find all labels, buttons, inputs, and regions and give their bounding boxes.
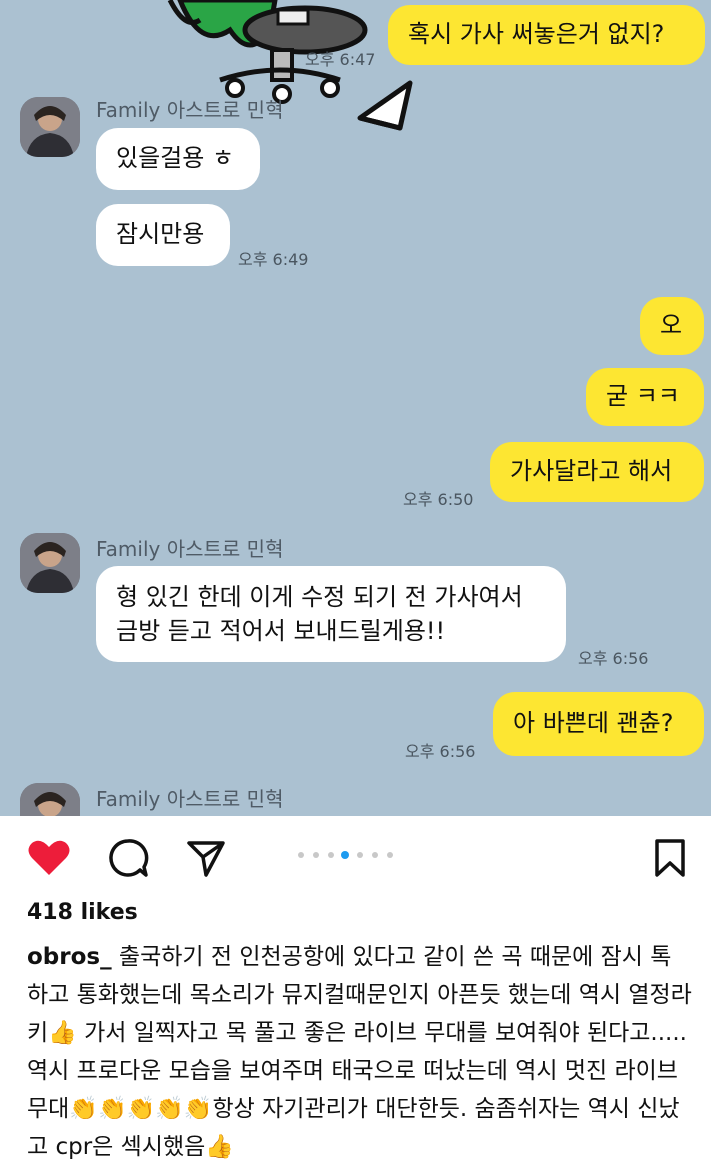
message-time: 오후 6:49: [238, 250, 309, 269]
carousel-dot: [372, 852, 378, 858]
message-time: 오후 6:56: [405, 742, 476, 761]
avatar: [20, 97, 80, 157]
message-text: 잠시만용: [116, 220, 205, 248]
message-text: 오: [660, 311, 683, 339]
carousel-dot: [387, 852, 393, 858]
carousel-dot: [328, 852, 334, 858]
like-button[interactable]: [26, 838, 72, 878]
message-text: 있을걸용 ㅎ: [116, 144, 235, 172]
caption-text: 출국하기 전 인천공항에 있다고 같이 쓴 곡 때문에 잠시 톡하고 통화했는데…: [27, 944, 692, 1160]
paper-plane-doodle-icon: [357, 80, 413, 131]
message-bubble-mine: 오: [640, 297, 704, 355]
message-time: 오후 6:56: [578, 649, 649, 668]
message-bubble-mine: 가사달라고 해서: [490, 442, 704, 502]
carousel-dot: [357, 852, 363, 858]
message-time: 오후 6:47: [305, 50, 376, 69]
comment-button[interactable]: [105, 837, 151, 879]
sender-name: Family 아스트로 민혁: [96, 537, 284, 561]
message-text: 혹시 가사 써놓은거 없지?: [408, 20, 665, 48]
bookmark-icon: [655, 839, 685, 877]
save-button[interactable]: [650, 837, 690, 879]
message-bubble-mine: 혹시 가사 써놓은거 없지?: [388, 5, 705, 65]
message-text-line: 금방 듣고 적어서 보내드릴게용!!: [116, 617, 446, 645]
message-text: 굳 ㅋㅋ: [606, 382, 680, 410]
carousel-dot-active: [341, 851, 349, 859]
avatar: [20, 533, 80, 593]
caption-username[interactable]: obros_: [27, 944, 112, 970]
message-bubble-theirs: 있을걸용 ㅎ: [96, 128, 260, 190]
message-text-line: 형 있긴 한데 이게 수정 되기 전 가사여서: [116, 583, 523, 611]
comment-icon: [109, 839, 149, 877]
share-button[interactable]: [183, 837, 229, 879]
carousel-dot: [313, 852, 319, 858]
message-bubble-mine: 아 바쁜데 괜츈?: [493, 692, 704, 756]
message-bubble-theirs: 잠시만용: [96, 204, 230, 266]
message-text: 아 바쁜데 괜츈?: [513, 709, 674, 737]
likes-count[interactable]: 418 likes: [27, 900, 138, 925]
post-caption: obros_ 출국하기 전 인천공항에 있다고 같이 쓴 곡 때문에 잠시 톡하…: [27, 938, 692, 1166]
carousel-dot: [298, 852, 304, 858]
heart-icon: [28, 840, 70, 875]
chat-screenshot: 혹시 가사 써놓은거 없지? 오후 6:47 Family 아스트로 민혁 있을…: [0, 0, 711, 816]
sender-name: Family 아스트로 민혁: [96, 98, 284, 122]
message-bubble-theirs: 형 있긴 한데 이게 수정 되기 전 가사여서 금방 듣고 적어서 보내드릴게용…: [96, 566, 566, 662]
message-time: 오후 6:50: [403, 490, 474, 509]
share-icon: [187, 841, 225, 877]
message-bubble-mine: 굳 ㅋㅋ: [586, 368, 704, 426]
avatar: [20, 783, 80, 816]
message-text: 가사달라고 해서: [510, 457, 673, 485]
sender-name: Family 아스트로 민혁: [96, 787, 284, 811]
